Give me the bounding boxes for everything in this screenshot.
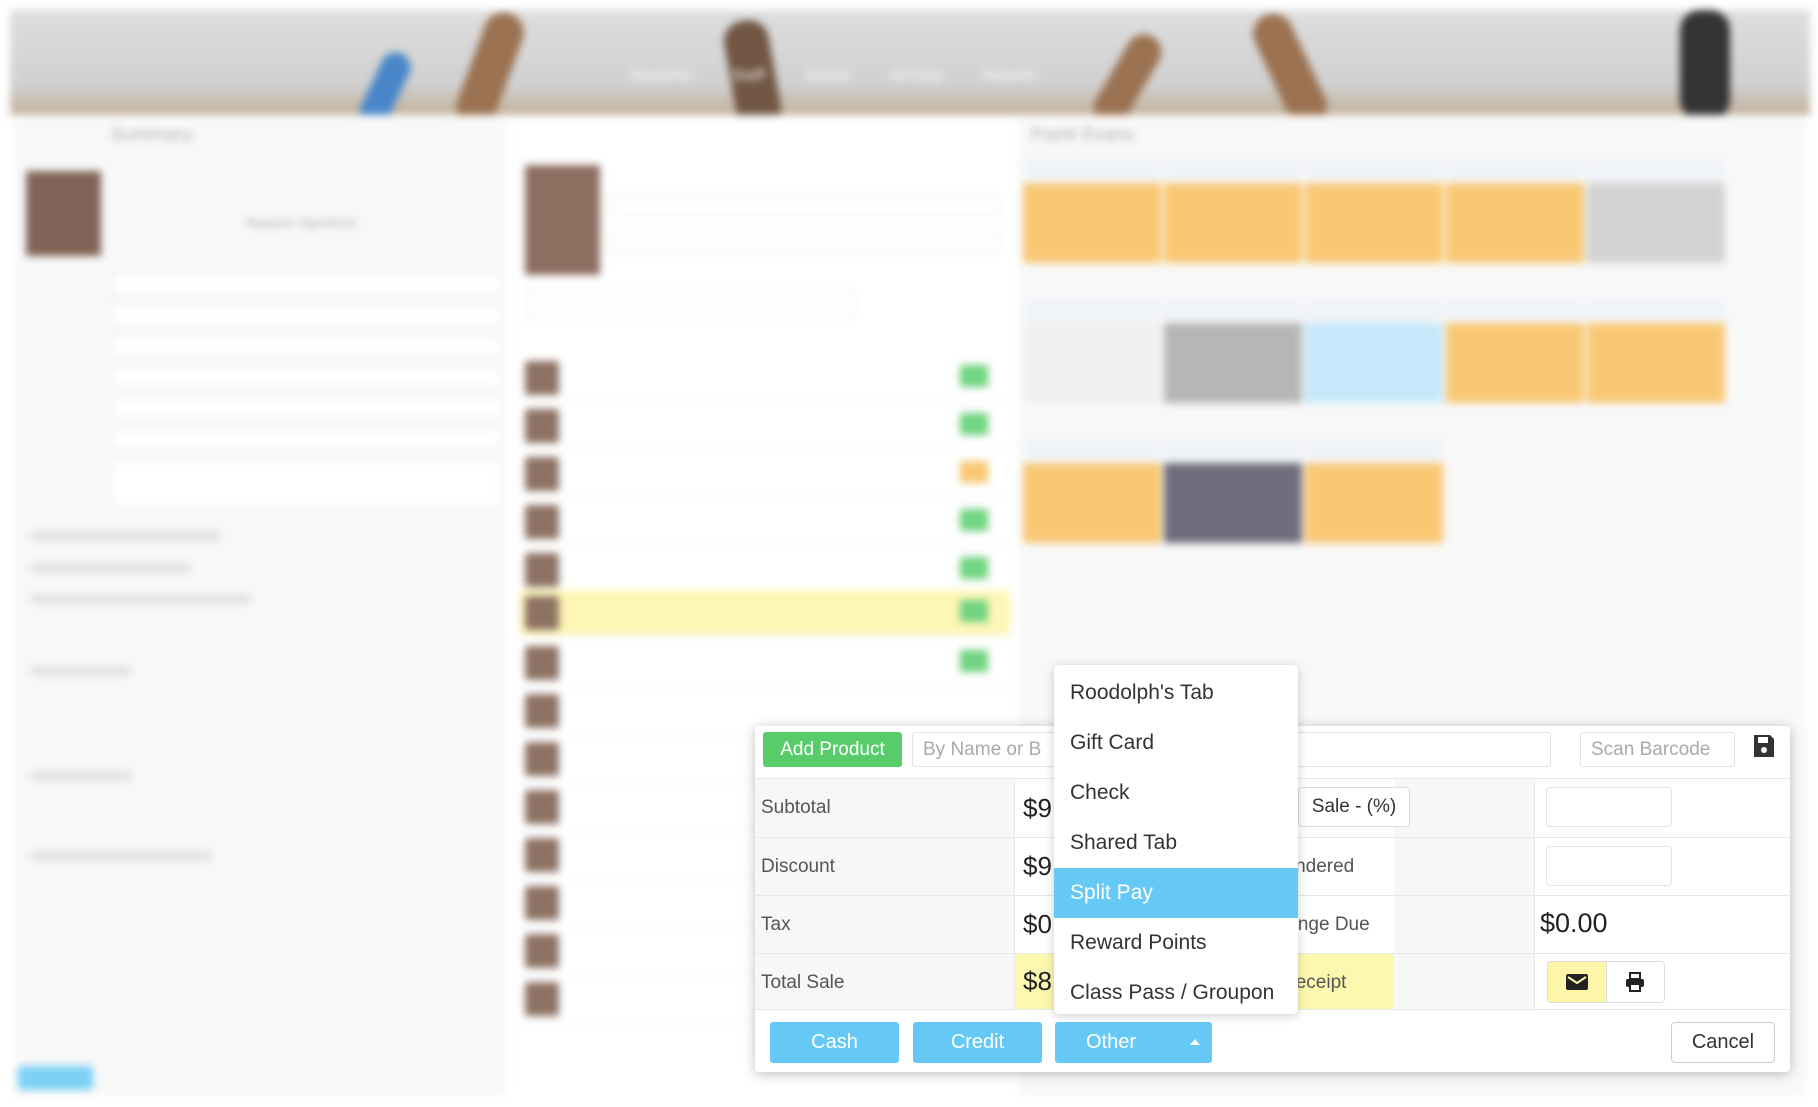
menu-item-class-pass-groupon[interactable]: Class Pass / Groupon xyxy=(1054,968,1298,1018)
menu-item-reward-points[interactable]: Reward Points xyxy=(1054,918,1298,968)
add-product-button[interactable]: Add Product xyxy=(763,732,902,767)
student-photo xyxy=(26,171,101,256)
save-icon[interactable] xyxy=(1753,734,1775,758)
tax-label: Tax xyxy=(761,914,791,935)
tendered-input[interactable] xyxy=(1546,846,1672,886)
header-banner: Students Staff Assets Activity Reports xyxy=(10,10,1810,115)
nav-assets[interactable]: Assets xyxy=(805,68,851,84)
student-summary-panel: Summary Request Signature xyxy=(15,120,505,1095)
request-signature-button[interactable]: Request Signature xyxy=(246,216,356,230)
email-receipt-icon[interactable] xyxy=(1548,962,1606,1002)
cash-button[interactable]: Cash xyxy=(770,1022,899,1063)
other-payment-menu: Roodolph's Tab Gift Card Check Shared Ta… xyxy=(1054,665,1298,1014)
other-label: Other xyxy=(1086,1031,1137,1053)
discount-label: Discount xyxy=(761,856,835,877)
menu-item-split-pay[interactable]: Split Pay xyxy=(1054,868,1298,918)
caret-up-icon xyxy=(1190,1039,1200,1045)
menu-item-roodolphs-tab[interactable]: Roodolph's Tab xyxy=(1054,668,1298,718)
credit-button[interactable]: Credit xyxy=(913,1022,1042,1063)
nav-students[interactable]: Students xyxy=(630,68,692,84)
nav-activity[interactable]: Activity xyxy=(891,68,943,84)
subtotal-label: Subtotal xyxy=(761,797,831,818)
summary-title: Summary xyxy=(111,125,194,145)
nav-staff[interactable]: Staff xyxy=(732,68,765,84)
change-due-value: $0.00 xyxy=(1540,908,1608,938)
menu-item-gift-card[interactable]: Gift Card xyxy=(1054,718,1298,768)
top-nav: Students Staff Assets Activity Reports xyxy=(630,68,1037,84)
cancel-button[interactable]: Cancel xyxy=(1671,1022,1775,1063)
print-receipt-icon[interactable] xyxy=(1605,962,1664,1002)
scan-barcode-input[interactable]: Scan Barcode xyxy=(1580,732,1735,767)
total-sale-label: Total Sale xyxy=(761,972,845,993)
discount-input[interactable] xyxy=(1546,787,1672,827)
other-payment-dropdown-button[interactable]: Other xyxy=(1055,1022,1212,1063)
menu-item-check[interactable]: Check xyxy=(1054,768,1298,818)
nav-reports[interactable]: Reports xyxy=(983,68,1037,84)
discount-type-button[interactable]: Sale - (%) xyxy=(1298,787,1410,827)
menu-item-shared-tab[interactable]: Shared Tab xyxy=(1054,818,1298,868)
customer-name: Frank Evans xyxy=(1031,125,1134,145)
